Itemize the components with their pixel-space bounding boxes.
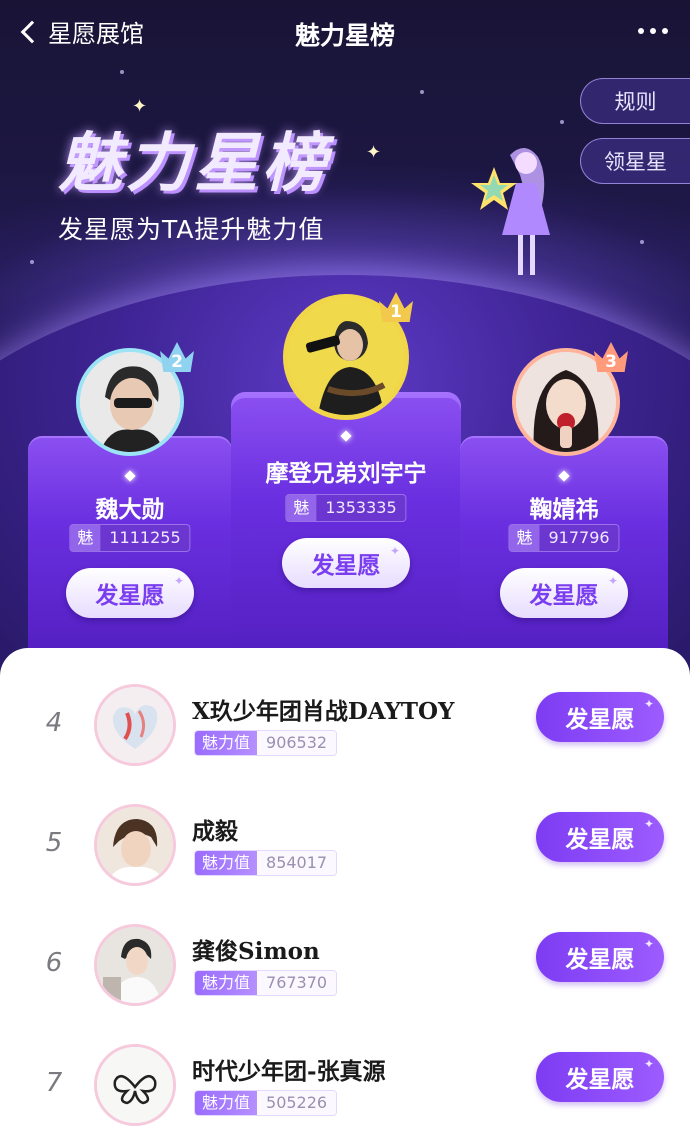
sparkle-icon: ✦: [607, 574, 618, 588]
send-wish-label: 发星愿: [529, 583, 599, 609]
star-decoration: [640, 240, 644, 244]
star-decoration: [420, 90, 424, 94]
send-wish-button[interactable]: 发星愿 ✦: [536, 812, 664, 862]
list-score: 魅力值 906532: [194, 730, 338, 756]
avatar[interactable]: [94, 804, 176, 886]
send-wish-label: 发星愿: [565, 1067, 635, 1093]
send-wish-button[interactable]: 发星愿 ✦: [536, 932, 664, 982]
more-dots-icon[interactable]: [638, 28, 668, 34]
send-wish-label: 发星愿: [311, 553, 381, 579]
list-score: 魅力值 854017: [194, 850, 338, 876]
score-value: 505226: [257, 1091, 337, 1115]
podium-score: 魅力值 1111255: [69, 524, 191, 552]
rank-number: 5: [45, 828, 63, 858]
score-label: 魅力值: [70, 525, 101, 551]
send-wish-button[interactable]: 发星愿 ✦: [500, 568, 628, 618]
list-item: 6 龚俊Simon 魅力值 767370 发星愿 ✦: [0, 910, 690, 1030]
score-value: 917796: [548, 528, 610, 547]
rank-badge: 2: [160, 342, 194, 372]
score-label: 魅力值: [195, 1091, 258, 1115]
score-label: 魅力值: [509, 525, 540, 551]
list-name: 成毅: [192, 818, 238, 845]
score-label: 魅力值: [195, 731, 258, 755]
page-title: 魅力星榜: [294, 21, 395, 50]
score-value: 854017: [257, 851, 337, 875]
sparkle-icon: ✦: [366, 142, 382, 163]
nav-bar: 星愿展馆 魅力星榜: [0, 0, 690, 64]
rank-badge: 1: [379, 292, 413, 322]
send-wish-label: 发星愿: [565, 827, 635, 853]
rank-number: 7: [45, 1068, 63, 1098]
rank-number: 6: [45, 948, 63, 978]
list-score: 魅力值 505226: [194, 1090, 338, 1116]
score-label: 魅力值: [195, 971, 258, 995]
avatar[interactable]: [94, 924, 176, 1006]
sparkle-icon: ✦: [643, 1057, 654, 1071]
sparkle-icon: ✦: [643, 937, 654, 951]
score-label: 魅力值: [195, 851, 258, 875]
avatar[interactable]: [94, 1044, 176, 1126]
hero-subtitle: 发星愿为TA提升魅力值: [58, 215, 325, 244]
hero-title: 魅力星榜: [58, 127, 330, 201]
podium-score: 魅力值 917796: [508, 524, 620, 552]
send-wish-button[interactable]: 发星愿 ✦: [282, 538, 410, 588]
star-decoration: [120, 70, 124, 74]
podium-name: 摩登兄弟刘宇宁: [265, 461, 427, 487]
score-value: 1353335: [325, 498, 397, 517]
list-name: 龚俊Simon: [192, 938, 320, 965]
list-name: X玖少年团肖战DAYTOY: [192, 698, 455, 725]
score-value: 906532: [257, 731, 337, 755]
list-item: 4 X玖少年团肖战DAYTOY 魅力值 906532 发星愿 ✦: [0, 670, 690, 790]
butterfly-doodle-icon: [97, 1047, 173, 1123]
ranking-list: 4 X玖少年团肖战DAYTOY 魅力值 906532 发星愿 ✦ 5 成毅 魅力…: [0, 648, 690, 1139]
send-wish-label: 发星愿: [95, 583, 165, 609]
send-wish-label: 发星愿: [565, 707, 635, 733]
send-wish-label: 发星愿: [565, 947, 635, 973]
podium-rank-3: 3 鞠婧祎 魅力值 917796 发星愿 ✦: [460, 340, 668, 650]
star-decoration: [560, 120, 564, 124]
sparkle-icon: ✦: [173, 574, 184, 588]
podium-rank-1: 1 摩登兄弟刘宇宁 魅力值 1353335 发星愿 ✦: [231, 282, 461, 650]
rank-badge: 3: [594, 342, 628, 372]
podium-name: 魏大勋: [95, 497, 165, 523]
rank-number: 4: [45, 708, 63, 738]
list-name: 时代少年团-张真源: [192, 1058, 386, 1085]
podium-score: 魅力值 1353335: [285, 494, 407, 522]
heart-artwork-icon: [97, 687, 173, 763]
sparkle-icon: ✦: [643, 697, 654, 711]
list-item: 5 成毅 魅力值 854017 发星愿 ✦: [0, 790, 690, 910]
person-portrait-icon: [97, 807, 173, 883]
collect-star-button[interactable]: 领星星: [580, 138, 690, 184]
podium-rank-2: 2 魏大勋 魅力值 1111255 发星愿 ✦: [28, 340, 232, 650]
podium-name: 鞠婧祎: [529, 497, 599, 523]
person-portrait-icon: [97, 927, 173, 1003]
sparkle-icon: ✦: [389, 544, 400, 558]
sparkle-icon: ✦: [643, 817, 654, 831]
list-item: 7 时代少年团-张真源 魅力值 505226 发星愿 ✦: [0, 1030, 690, 1139]
send-wish-button[interactable]: 发星愿 ✦: [536, 692, 664, 742]
list-score: 魅力值 767370: [194, 970, 338, 996]
send-wish-button[interactable]: 发星愿 ✦: [536, 1052, 664, 1102]
score-value: 1111255: [109, 528, 181, 547]
send-wish-button[interactable]: 发星愿 ✦: [66, 568, 194, 618]
star-decoration: [30, 260, 34, 264]
score-value: 767370: [257, 971, 337, 995]
score-label: 魅力值: [286, 495, 317, 521]
avatar[interactable]: [94, 684, 176, 766]
rules-button[interactable]: 规则: [580, 78, 690, 124]
girl-with-star-illustration: [471, 147, 550, 275]
